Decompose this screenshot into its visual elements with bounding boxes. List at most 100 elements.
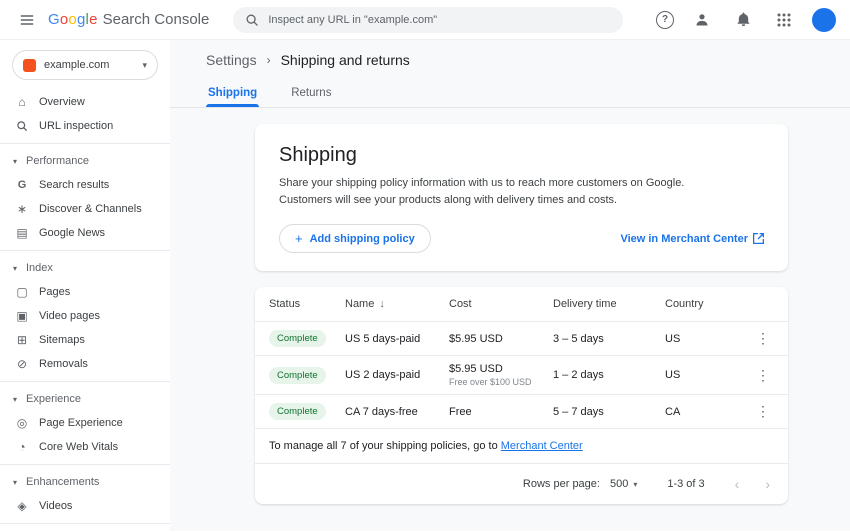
breadcrumb-settings[interactable]: Settings	[206, 52, 257, 68]
sidebar-item-overview[interactable]: ⌂ Overview	[0, 90, 170, 114]
sidebar-item-page-experience[interactable]: ◎ Page Experience	[0, 411, 170, 435]
next-page-button[interactable]: ›	[765, 476, 770, 492]
add-shipping-policy-button[interactable]: + Add shipping policy	[279, 224, 431, 253]
sidebar-section-index[interactable]: ▾ Index	[0, 256, 170, 280]
previous-page-button[interactable]: ‹	[735, 476, 740, 492]
property-favicon	[23, 59, 36, 72]
section-label: Enhancements	[26, 476, 99, 488]
sidebar-item-label: Google News	[39, 227, 105, 239]
sidebar-item-discover-channels[interactable]: ∗ Discover & Channels	[0, 197, 170, 221]
apps-grid-icon	[777, 13, 791, 27]
user-settings-icon	[694, 12, 710, 28]
property-selector[interactable]: example.com ▾	[12, 50, 158, 80]
google-g-icon: G	[15, 179, 29, 191]
sort-desc-icon: ↓	[379, 298, 385, 310]
sidebar-item-core-web-vitals[interactable]: ◔ Core Web Vitals	[0, 435, 170, 459]
chevron-right-icon: ›	[267, 53, 271, 67]
row-menu-icon[interactable]: ⋮	[752, 403, 774, 420]
apps-grid-button[interactable]	[771, 7, 797, 33]
cell-delivery: 1 – 2 days	[553, 369, 665, 381]
sidebar-item-label: Videos	[39, 500, 72, 512]
app-title: Search Console	[103, 11, 210, 28]
sidebar-item-label: Video pages	[39, 310, 100, 322]
logo-letter: e	[89, 11, 98, 28]
home-icon: ⌂	[15, 95, 29, 109]
topbar: Google Search Console ?	[0, 0, 850, 40]
sidebar-section-enhancements[interactable]: ▾ Enhancements	[0, 470, 170, 494]
rows-per-page-value: 500	[610, 478, 628, 490]
page-title: Shipping and returns	[281, 52, 410, 68]
sidebar-item-search-results[interactable]: G Search results	[0, 173, 170, 197]
sidebar-section-experience[interactable]: ▾ Experience	[0, 387, 170, 411]
cost-note: Free over $100 USD	[449, 377, 553, 387]
sidebar-item-label: Page Experience	[39, 417, 123, 429]
shipping-policies-table-card: Status Name ↓ Cost Delivery time Country…	[255, 287, 788, 504]
cell-cost: $5.95 USD	[449, 333, 553, 345]
help-button[interactable]: ?	[656, 11, 674, 29]
sidebar-item-sitemaps[interactable]: ⊞ Sitemaps	[0, 328, 170, 352]
sidebar-section-performance[interactable]: ▾ Performance	[0, 149, 170, 173]
manage-note: To manage all 7 of your shipping policie…	[255, 429, 788, 464]
tab-bar: Shipping Returns	[170, 81, 850, 108]
chevron-down-icon: ▾	[10, 395, 20, 404]
discover-icon: ∗	[15, 202, 29, 216]
table-row: Complete US 2 days-paid $5.95 USD Free o…	[255, 356, 788, 395]
sidebar-divider	[0, 143, 170, 144]
view-in-merchant-center-link[interactable]: View in Merchant Center	[620, 233, 764, 245]
row-menu-icon[interactable]: ⋮	[752, 367, 774, 384]
pagination-bar: Rows per page: 500 ▾ 1-3 of 3 ‹ ›	[255, 464, 788, 504]
chevron-down-icon: ▾	[10, 157, 20, 166]
search-icon	[245, 13, 259, 27]
col-cost: Cost	[449, 298, 553, 310]
sidebar-item-videos[interactable]: ◈ Videos	[0, 494, 170, 518]
menu-button[interactable]	[14, 7, 40, 33]
table-header-row: Status Name ↓ Cost Delivery time Country	[255, 287, 788, 322]
page-experience-icon: ◎	[15, 416, 29, 430]
cell-country: US	[665, 369, 752, 381]
row-menu-icon[interactable]: ⋮	[752, 330, 774, 347]
search-icon	[15, 120, 29, 132]
sidebar-item-label: Discover & Channels	[39, 203, 142, 215]
tab-shipping[interactable]: Shipping	[206, 81, 259, 107]
sidebar-item-video-pages[interactable]: ▣ Video pages	[0, 304, 170, 328]
news-icon: ▤	[15, 226, 29, 240]
property-name: example.com	[44, 59, 109, 71]
videos-icon: ◈	[15, 499, 29, 513]
pagination-range: 1-3 of 3	[667, 478, 704, 490]
rows-per-page-label: Rows per page:	[523, 478, 600, 490]
card-actions: + Add shipping policy View in Merchant C…	[279, 224, 764, 253]
sidebar-section-security[interactable]: ▸ Security & Manual Actions	[0, 529, 170, 531]
cell-country: CA	[665, 406, 752, 418]
logo-letter: g	[77, 11, 86, 28]
core-web-vitals-icon: ◔	[15, 440, 29, 454]
tab-returns[interactable]: Returns	[289, 81, 333, 107]
cell-delivery: 3 – 5 days	[553, 333, 665, 345]
sidebar-divider	[0, 523, 170, 524]
hamburger-icon	[19, 12, 35, 28]
sitemaps-icon: ⊞	[15, 333, 29, 347]
search-input[interactable]	[268, 14, 611, 26]
chevron-down-icon: ▾	[142, 60, 147, 71]
google-wordmark: Google	[48, 11, 98, 28]
sidebar-item-label: Removals	[39, 358, 88, 370]
sidebar-item-removals[interactable]: ⊘ Removals	[0, 352, 170, 376]
merchant-center-link[interactable]: Merchant Center	[501, 440, 583, 452]
sidebar-item-google-news[interactable]: ▤ Google News	[0, 221, 170, 245]
user-settings-button[interactable]	[689, 7, 715, 33]
rows-per-page-select[interactable]: 500 ▾	[610, 478, 637, 490]
account-avatar[interactable]	[812, 8, 836, 32]
shipping-intro-card: Shipping Share your shipping policy info…	[255, 124, 788, 271]
external-link-icon	[753, 233, 764, 244]
cell-delivery: 5 – 7 days	[553, 406, 665, 418]
col-name-sort[interactable]: Name ↓	[345, 298, 449, 310]
merchant-link-label: View in Merchant Center	[620, 233, 748, 245]
table-row: Complete CA 7 days-free Free 5 – 7 days …	[255, 395, 788, 429]
col-status: Status	[269, 298, 345, 310]
section-label: Performance	[26, 155, 89, 167]
chevron-down-icon: ▾	[10, 478, 20, 487]
url-inspection-searchbar[interactable]	[233, 7, 623, 33]
sidebar-item-pages[interactable]: ▢ Pages	[0, 280, 170, 304]
app-logo[interactable]: Google Search Console	[48, 11, 209, 28]
notifications-button[interactable]	[730, 7, 756, 33]
sidebar-item-url-inspection[interactable]: URL inspection	[0, 114, 170, 138]
